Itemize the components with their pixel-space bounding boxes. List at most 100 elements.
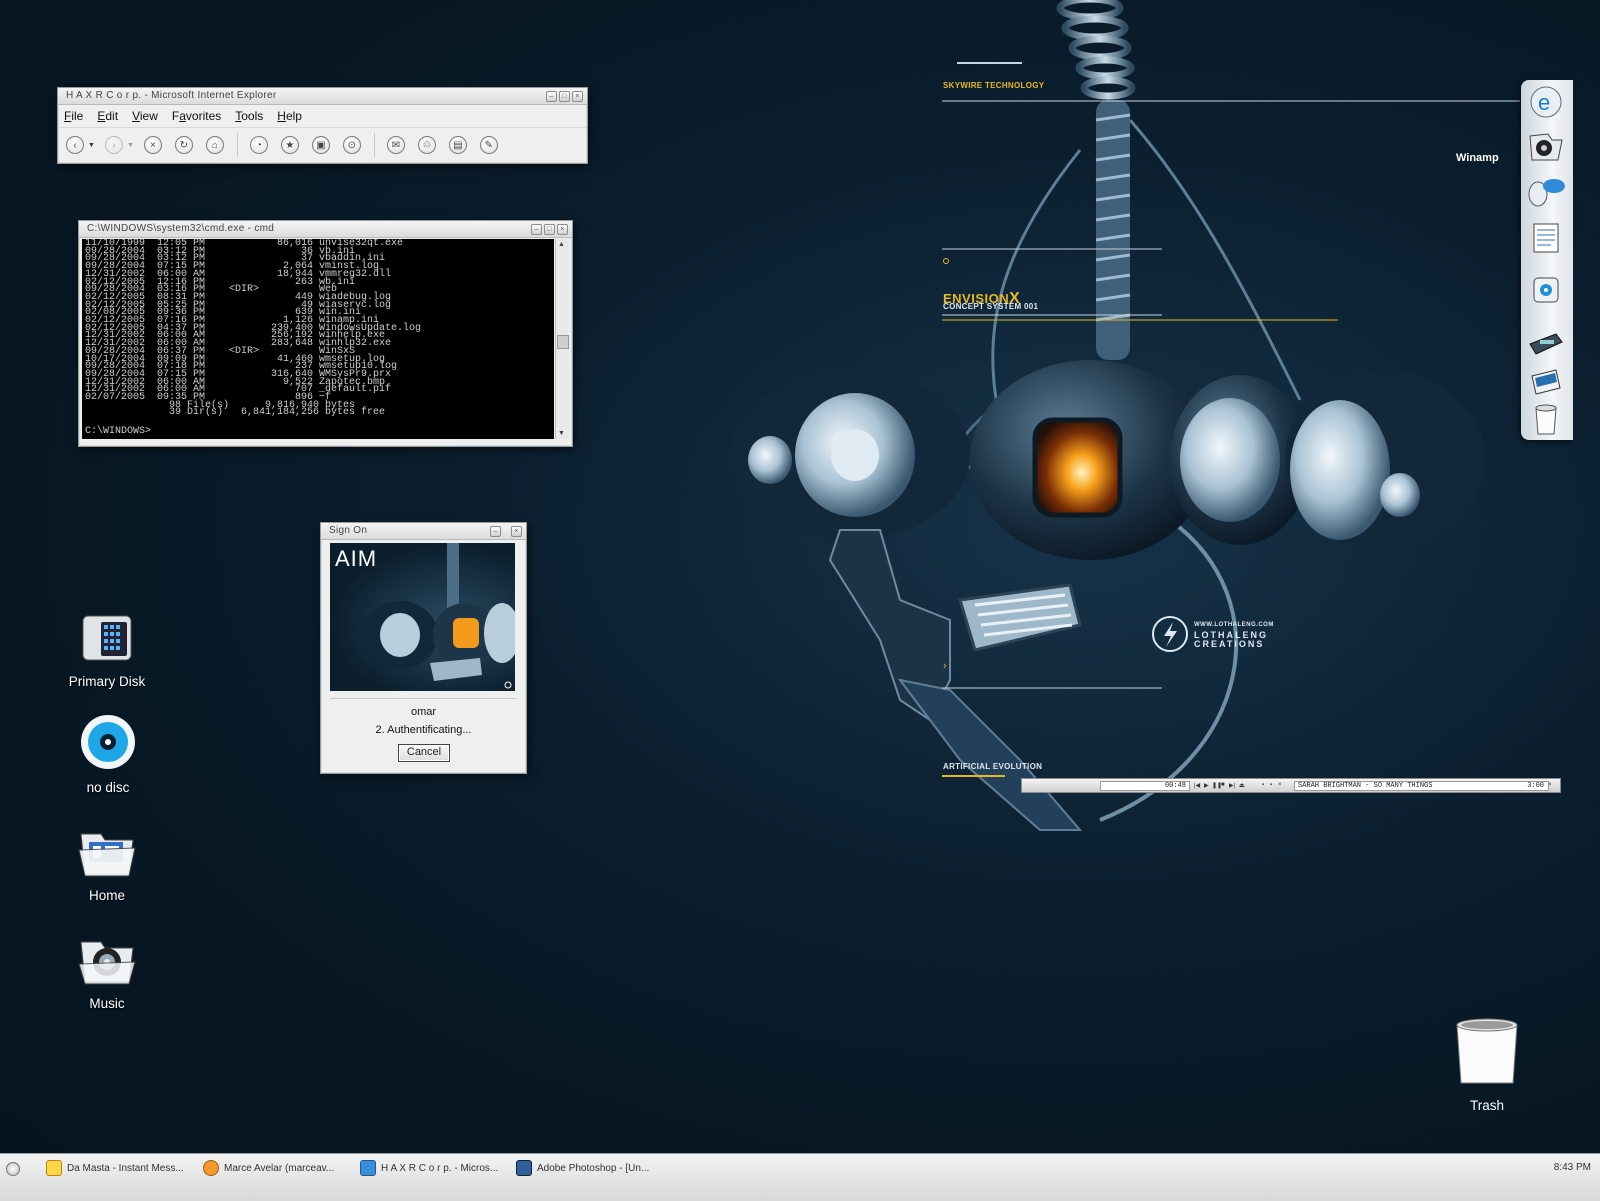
shade-icon[interactable]: ▪ [1270,782,1272,788]
cmd-title: C:\WINDOWS\system32\cmd.exe - cmd [87,223,275,234]
taskbar-clock: 8:43 PM [1553,1162,1591,1173]
cmd-prompt[interactable]: C:\WINDOWS> [85,426,151,437]
ie-menubar: File Edit View Favorites Tools Help [58,105,587,127]
scroll-down-icon[interactable]: ▼ [558,430,565,437]
menu-favorites[interactable]: Favorites [172,109,221,123]
maximize-button[interactable]: □ [544,224,555,235]
close-icon[interactable]: × [1548,782,1552,788]
ie-toolbar: ‹ ▼ › ▼ × ↻ ⌂ ◔ ★ ▣ ⊙ ✉ ♲ ▤ ✎ [58,127,587,162]
menu-tools[interactable]: Tools [235,109,263,123]
favorites-icon[interactable]: ★ [280,136,299,154]
taskbar-item-label: Adobe Photoshop - [Un... [537,1162,650,1174]
close-button[interactable]: × [557,224,568,235]
forward-dropdown-icon[interactable]: ▼ [127,142,134,149]
desktop-icon-trash[interactable]: Trash [1435,1015,1539,1113]
aim-titlebar[interactable]: Sign On – × [321,523,526,540]
minimize-button[interactable]: – [490,526,501,537]
mail-icon[interactable]: ✉ [386,136,405,154]
print-icon[interactable]: ♲ [417,136,436,154]
scanner-icon[interactable] [1526,364,1566,400]
aim-icon [46,1160,62,1176]
tools-icon[interactable] [1526,324,1566,360]
cancel-button[interactable]: Cancel [398,744,450,762]
desktop-icon-label: Primary Disk [68,674,146,689]
desktop-icon-music[interactable]: Music [52,928,162,1011]
toolbar-separator [373,133,375,157]
messenger-icon[interactable]: ✎ [479,136,498,154]
minimize-icon[interactable]: ▪ [1262,782,1264,788]
taskbar-item-messenger[interactable]: Marce Avelar (marceav... [203,1157,334,1179]
scroll-thumb[interactable] [557,335,569,349]
winamp-player-bar[interactable]: 00:48 |◀ ▶ ❚❚ ■ ▶| ⏏ ▪ ▪ × SARAH BRIGHTM… [1021,778,1561,793]
search-icon[interactable]: ◔ [249,136,268,154]
toolbar-separator [236,133,238,157]
desktop-icon-home[interactable]: Home [52,820,162,903]
aim-status-text: 2. Authentificating... [375,724,472,736]
stop-icon[interactable]: ■ [1221,782,1225,788]
scroll-up-icon[interactable]: ▲ [558,241,565,248]
close-icon[interactable]: × [1278,782,1282,788]
documents-icon[interactable] [1526,220,1566,256]
command-prompt-window[interactable]: C:\WINDOWS\system32\cmd.exe - cmd – □ × … [78,220,573,447]
svg-text:›: › [943,660,947,672]
internet-explorer-icon [360,1160,376,1176]
cmd-scrollbar[interactable]: ▲ ▼ [555,239,569,439]
aim-sign-on-window[interactable]: Sign On – × AIM omar 2. Authentificating… [320,522,527,774]
aim-logo: AIM [335,546,378,571]
optical-disc-icon [76,712,140,776]
trash-icon[interactable] [1526,402,1566,438]
desktop-icon-label: Home [88,888,125,903]
media-icon[interactable]: ▣ [311,136,330,154]
trash-icon [1456,1018,1518,1084]
ie-titlebar[interactable]: H A X R C o r p. - Microsoft Internet Ex… [58,88,587,105]
home-icon[interactable]: ⌂ [205,136,224,154]
aim-divider [330,698,517,699]
home-folder-icon [75,820,139,884]
taskbar-item-aim[interactable]: Da Masta - Instant Mess... [46,1157,184,1179]
winamp-icon[interactable] [1526,128,1566,164]
wallpaper-brand-sub: CONCEPT SYSTEM 001 [943,302,1039,311]
media-icon[interactable] [1526,272,1566,308]
taskbar-item-internet-explorer[interactable]: H A X R C o r p. - Micros... [360,1157,498,1179]
edit-icon[interactable]: ▤ [448,136,467,154]
menu-view[interactable]: View [132,109,158,123]
previous-icon[interactable]: |◀ [1194,782,1200,789]
maximize-button[interactable]: □ [559,91,570,102]
instant-messenger-icon[interactable] [1526,174,1566,210]
minimize-button[interactable]: – [531,224,542,235]
back-icon[interactable]: ‹ [66,136,84,154]
internet-explorer-window[interactable]: H A X R C o r p. - Microsoft Internet Ex… [57,87,588,164]
taskbar-item-label: H A X R C o r p. - Micros... [381,1162,499,1174]
internet-explorer-icon[interactable]: e [1526,84,1566,120]
cmd-titlebar[interactable]: C:\WINDOWS\system32\cmd.exe - cmd – □ × [79,221,572,238]
trash-label: Trash [1469,1098,1504,1113]
wallpaper-logo-line2: CREATIONS [1194,639,1265,649]
aim-banner-image: AIM [330,543,515,691]
winamp-track-display: SARAH BRIGHTMAN - SO MANY THINGS 3:00 [1294,781,1549,791]
menu-help[interactable]: Help [277,109,302,123]
close-button[interactable]: × [572,91,583,102]
dock: e [1521,80,1573,440]
desktop-icon-no-disc[interactable]: no disc [53,712,163,795]
forward-icon[interactable]: › [104,136,123,154]
next-icon[interactable]: ▶| [1229,782,1235,789]
cmd-console[interactable]: 11/10/1999 12:05 PM 86,016 unvise32qt.ex… [82,239,554,439]
history-icon[interactable]: ⊙ [342,136,361,154]
desktop-icon-label: Music [89,996,125,1011]
minimize-button[interactable]: – [546,91,557,102]
eject-icon[interactable]: ⏏ [1239,782,1245,789]
menu-edit[interactable]: Edit [97,109,118,123]
cmd-output: 11/10/1999 12:05 PM 86,016 unvise32qt.ex… [82,239,554,418]
refresh-icon[interactable]: ↻ [174,136,193,154]
back-dropdown-icon[interactable]: ▼ [88,142,95,149]
taskbar-item-photoshop[interactable]: Adobe Photoshop - [Un... [516,1157,649,1179]
desktop-icon-primary-disk[interactable]: Primary Disk [52,606,162,689]
aim-screen-name: omar [410,706,437,718]
menu-file[interactable]: File [64,109,83,123]
play-icon[interactable]: ▶ [1204,782,1209,789]
close-button[interactable]: × [511,526,522,537]
wallpaper-heading-bottom: ARTIFICIAL EVOLUTION [943,762,1043,771]
wallpaper-logo-url: WWW.LOTHALENG.COM [1194,622,1274,628]
stop-icon[interactable]: × [143,136,162,154]
start-button[interactable] [6,1162,20,1176]
